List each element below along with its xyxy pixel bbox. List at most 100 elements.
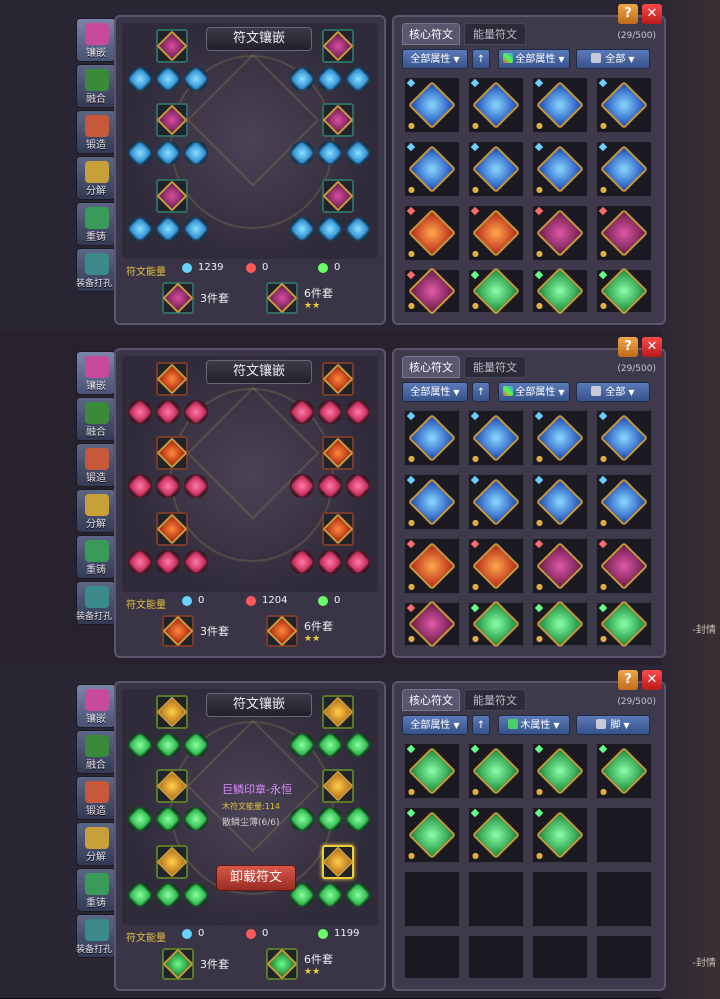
sidebar-item-5[interactable]: 装备打孔 [76, 581, 116, 625]
inventory-slot[interactable]: ● [404, 743, 460, 799]
help-button[interactable]: ? [618, 4, 638, 24]
inventory-slot[interactable]: ● [468, 266, 524, 316]
inventory-slot[interactable]: ● [596, 599, 652, 649]
energy-rune-slot[interactable] [318, 474, 342, 498]
energy-rune-slot[interactable] [346, 550, 370, 574]
inventory-slot[interactable]: ● [468, 77, 524, 133]
energy-rune-slot[interactable] [184, 733, 208, 757]
inventory-slot[interactable]: ● [532, 599, 588, 649]
inventory-slot[interactable] [532, 935, 588, 979]
energy-rune-slot[interactable] [346, 733, 370, 757]
core-rune-slot[interactable] [156, 512, 188, 546]
energy-rune-slot[interactable] [156, 67, 180, 91]
energy-rune-slot[interactable] [290, 67, 314, 91]
energy-rune-slot[interactable] [290, 733, 314, 757]
sidebar-item-4[interactable]: 重铸 [76, 868, 116, 912]
inventory-slot[interactable]: ● [404, 474, 460, 530]
inventory-slot[interactable]: ● [404, 599, 460, 649]
inventory-slot[interactable]: ● [596, 538, 652, 594]
energy-rune-slot[interactable] [318, 400, 342, 424]
sidebar-item-2[interactable]: 锻造 [76, 776, 116, 820]
energy-rune-slot[interactable] [290, 550, 314, 574]
energy-rune-slot[interactable] [156, 141, 180, 165]
energy-rune-slot[interactable] [318, 883, 342, 907]
set-6-bonus[interactable]: 6件套 ★★ [266, 615, 333, 647]
attribute-filter-dropdown[interactable]: 全部属性 ▼ [402, 49, 468, 69]
core-rune-slot[interactable] [322, 179, 354, 213]
set-3-bonus[interactable]: 3件套 [162, 282, 229, 314]
energy-rune-slot[interactable] [346, 67, 370, 91]
energy-rune-slot[interactable] [156, 474, 180, 498]
sidebar-item-5[interactable]: 装备打孔 [76, 248, 116, 292]
energy-rune-slot[interactable] [128, 474, 152, 498]
inventory-slot[interactable]: ● [404, 77, 460, 133]
core-rune-slot[interactable] [322, 362, 354, 396]
sort-button[interactable]: ↑ [472, 382, 490, 402]
tab-core-runes[interactable]: 核心符文 [402, 356, 460, 378]
energy-rune-slot[interactable] [156, 733, 180, 757]
close-button[interactable]: ✕ [642, 670, 662, 690]
inventory-slot[interactable]: ● [532, 538, 588, 594]
energy-rune-slot[interactable] [346, 141, 370, 165]
inventory-slot[interactable]: ● [596, 205, 652, 261]
energy-rune-slot[interactable] [346, 474, 370, 498]
inventory-slot[interactable]: ● [404, 538, 460, 594]
inventory-slot[interactable]: ● [532, 266, 588, 316]
energy-rune-slot[interactable] [346, 217, 370, 241]
inventory-slot[interactable] [596, 871, 652, 927]
energy-rune-slot[interactable] [128, 400, 152, 424]
core-rune-slot[interactable] [156, 179, 188, 213]
sidebar-item-1[interactable]: 融合 [76, 397, 116, 441]
inventory-slot[interactable]: ● [468, 410, 524, 466]
core-rune-slot[interactable] [322, 29, 354, 63]
inventory-slot[interactable] [468, 871, 524, 927]
energy-rune-slot[interactable] [128, 550, 152, 574]
close-button[interactable]: ✕ [642, 4, 662, 24]
unload-rune-button[interactable]: 卸载符文 [216, 865, 296, 891]
inventory-slot[interactable]: ● [404, 141, 460, 197]
inventory-slot[interactable]: ● [596, 474, 652, 530]
element-filter-dropdown[interactable]: 全部属性 ▼ [498, 49, 570, 69]
energy-rune-slot[interactable] [128, 67, 152, 91]
inventory-slot[interactable]: ● [468, 538, 524, 594]
inventory-slot[interactable]: ● [468, 474, 524, 530]
sidebar-item-5[interactable]: 装备打孔 [76, 914, 116, 958]
sidebar-item-3[interactable]: 分解 [76, 489, 116, 533]
energy-rune-slot[interactable] [184, 807, 208, 831]
energy-rune-slot[interactable] [346, 807, 370, 831]
core-rune-slot[interactable] [322, 845, 354, 879]
inventory-slot[interactable]: ● [596, 743, 652, 799]
energy-rune-slot[interactable] [318, 217, 342, 241]
core-rune-slot[interactable] [322, 103, 354, 137]
energy-rune-slot[interactable] [318, 141, 342, 165]
energy-rune-slot[interactable] [128, 733, 152, 757]
core-rune-slot[interactable] [322, 436, 354, 470]
core-rune-slot[interactable] [322, 769, 354, 803]
inventory-slot[interactable] [404, 871, 460, 927]
energy-rune-slot[interactable] [184, 550, 208, 574]
energy-rune-slot[interactable] [290, 400, 314, 424]
energy-rune-slot[interactable] [346, 883, 370, 907]
help-button[interactable]: ? [618, 337, 638, 357]
inventory-slot[interactable]: ● [468, 205, 524, 261]
sidebar-item-3[interactable]: 分解 [76, 822, 116, 866]
core-rune-slot[interactable] [156, 845, 188, 879]
energy-rune-slot[interactable] [128, 807, 152, 831]
energy-rune-slot[interactable] [156, 217, 180, 241]
core-rune-slot[interactable] [156, 769, 188, 803]
energy-rune-slot[interactable] [128, 883, 152, 907]
attribute-filter-dropdown[interactable]: 全部属性 ▼ [402, 715, 468, 735]
inventory-slot[interactable] [532, 871, 588, 927]
sidebar-item-0[interactable]: 镶嵌 [76, 18, 116, 62]
energy-rune-slot[interactable] [184, 474, 208, 498]
inventory-slot[interactable]: ● [532, 474, 588, 530]
energy-rune-slot[interactable] [156, 807, 180, 831]
inventory-slot[interactable]: ● [468, 743, 524, 799]
sidebar-item-0[interactable]: 镶嵌 [76, 351, 116, 395]
inventory-slot[interactable] [404, 935, 460, 979]
sidebar-item-1[interactable]: 融合 [76, 64, 116, 108]
inventory-slot[interactable]: ● [596, 141, 652, 197]
attribute-filter-dropdown[interactable]: 全部属性 ▼ [402, 382, 468, 402]
slot-filter-dropdown[interactable]: 脚 ▼ [576, 715, 650, 735]
sidebar-item-1[interactable]: 融合 [76, 730, 116, 774]
